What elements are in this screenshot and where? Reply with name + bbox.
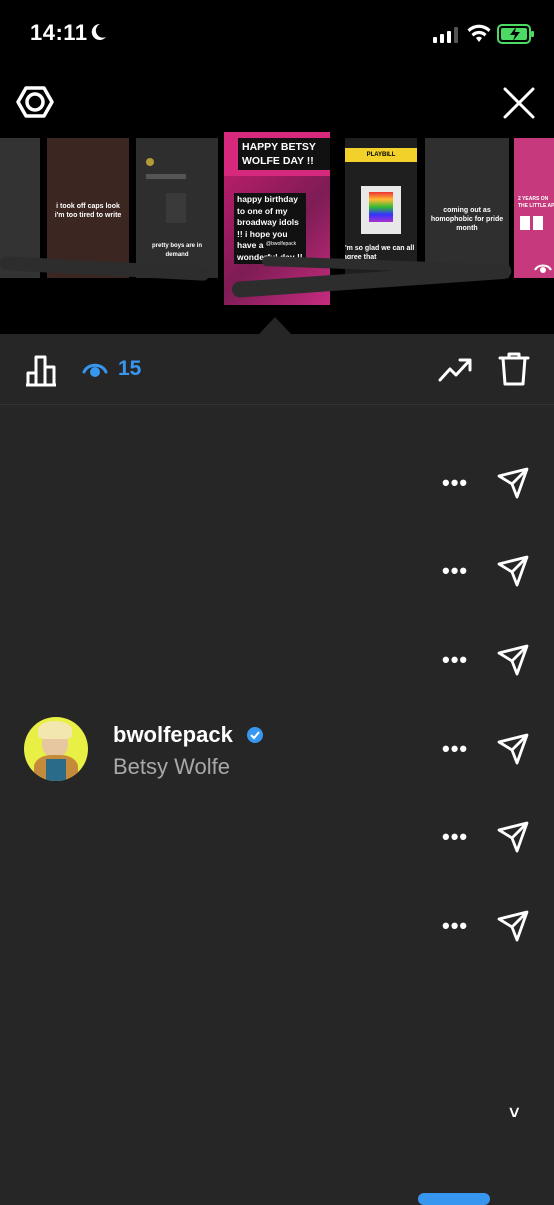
story-title: HAPPY BETSY WOLFE DAY !! — [238, 138, 330, 170]
story-mention: @bwolfepack — [264, 240, 299, 248]
more-options-icon[interactable]: ••• — [442, 649, 468, 671]
trash-icon[interactable] — [498, 351, 530, 387]
story-thumbnail-text: coming out as homophobic for pride month — [430, 207, 504, 232]
gear-icon[interactable] — [16, 84, 54, 120]
send-icon[interactable] — [496, 466, 530, 500]
wifi-icon — [467, 24, 491, 42]
verified-badge-icon — [247, 727, 263, 743]
story-thumbnail[interactable]: coming out as homophobic for pride month… — [425, 138, 509, 278]
send-icon[interactable] — [496, 820, 530, 854]
clock: 14:11 — [30, 20, 88, 45]
battery-charging-icon — [497, 24, 534, 44]
chevron-down-icon[interactable]: ˅ — [509, 1103, 520, 1124]
insights-icon[interactable] — [24, 353, 58, 387]
send-icon[interactable] — [496, 909, 530, 943]
views-count[interactable]: 15 — [118, 357, 141, 381]
more-options-icon[interactable]: ••• — [442, 472, 468, 494]
more-options-icon[interactable]: ••• — [442, 915, 468, 937]
selected-story-pointer — [259, 317, 291, 334]
status-bar: 14:11 — [0, 0, 554, 70]
story-thumbnails-strip: i took off caps look i'm too tired to wr… — [0, 132, 554, 334]
story-thumbnail-text: i took off caps look i'm too tired to wr… — [54, 203, 122, 219]
eye-icon — [82, 363, 108, 377]
viewer-full-name: Betsy Wolfe — [113, 754, 230, 779]
send-icon[interactable] — [496, 643, 530, 677]
story-thumbnail-text: pretty boys are in demand — [151, 243, 202, 258]
cellular-signal-icon — [433, 27, 458, 43]
story-thumbnail[interactable]: i took off caps look i'm too tired to wr… — [47, 138, 129, 278]
close-icon[interactable] — [502, 86, 536, 120]
eye-icon — [534, 264, 552, 273]
send-icon[interactable] — [496, 554, 530, 588]
more-options-icon[interactable]: ••• — [442, 826, 468, 848]
story-thumbnail[interactable]: pretty boys are in demand — [136, 138, 218, 278]
trending-up-icon[interactable] — [438, 356, 472, 384]
viewer-username[interactable]: bwolfepack — [113, 722, 233, 748]
more-options-icon[interactable]: ••• — [442, 560, 468, 582]
story-thumbnail[interactable]: 2 YEARS ON THE LITTLE APP — [514, 138, 554, 278]
story-top-bar — [0, 70, 554, 132]
story-thumbnail-text: 2 YEARS ON THE LITTLE APP — [518, 196, 554, 209]
send-icon[interactable] — [496, 732, 530, 766]
story-thumbnail[interactable]: PLAYBILL i'm so glad we can all agree th… — [345, 138, 417, 278]
more-options-icon[interactable]: ••• — [442, 738, 468, 760]
moon-icon — [91, 23, 106, 40]
story-body: happy birthday to one of my broadway ido… — [234, 193, 306, 264]
avatar[interactable] — [24, 717, 88, 781]
message-bubble-edge — [418, 1193, 490, 1205]
story-thumbnail-text: PLAYBILL — [366, 152, 396, 158]
